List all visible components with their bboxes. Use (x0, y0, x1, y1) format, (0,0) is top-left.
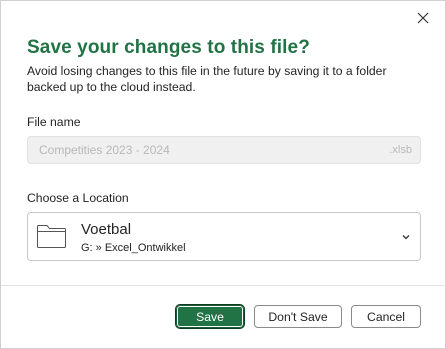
location-folder-name: Voetbal (81, 221, 132, 238)
folder-icon (37, 225, 66, 248)
save-button[interactable]: Save (175, 304, 245, 329)
save-button-label: Save (196, 309, 224, 324)
footer-divider (1, 285, 446, 286)
close-button[interactable] (409, 7, 437, 29)
cancel-button-label: Cancel (367, 309, 405, 324)
dialog-title: Save your changes to this file? (27, 37, 310, 58)
save-changes-dialog: Save your changes to this file? Avoid lo… (0, 0, 446, 349)
file-extension: .xlsb (389, 144, 412, 156)
chevron-down-icon (402, 235, 410, 240)
location-folder-path: G: » Excel_Ontwikkel (81, 242, 186, 254)
file-name-field[interactable]: Competities 2023 - 2024 .xlsb (27, 136, 421, 164)
dont-save-button[interactable]: Don't Save (254, 305, 342, 328)
file-name-label: File name (27, 115, 81, 129)
file-name-value: Competities 2023 - 2024 (39, 143, 170, 157)
dialog-subtitle: Avoid losing changes to this file in the… (27, 64, 387, 94)
dont-save-button-label: Don't Save (268, 309, 328, 324)
choose-location-label: Choose a Location (27, 191, 129, 205)
close-icon (417, 12, 429, 24)
location-dropdown[interactable]: Voetbal G: » Excel_Ontwikkel (27, 212, 421, 261)
cancel-button[interactable]: Cancel (351, 305, 421, 328)
